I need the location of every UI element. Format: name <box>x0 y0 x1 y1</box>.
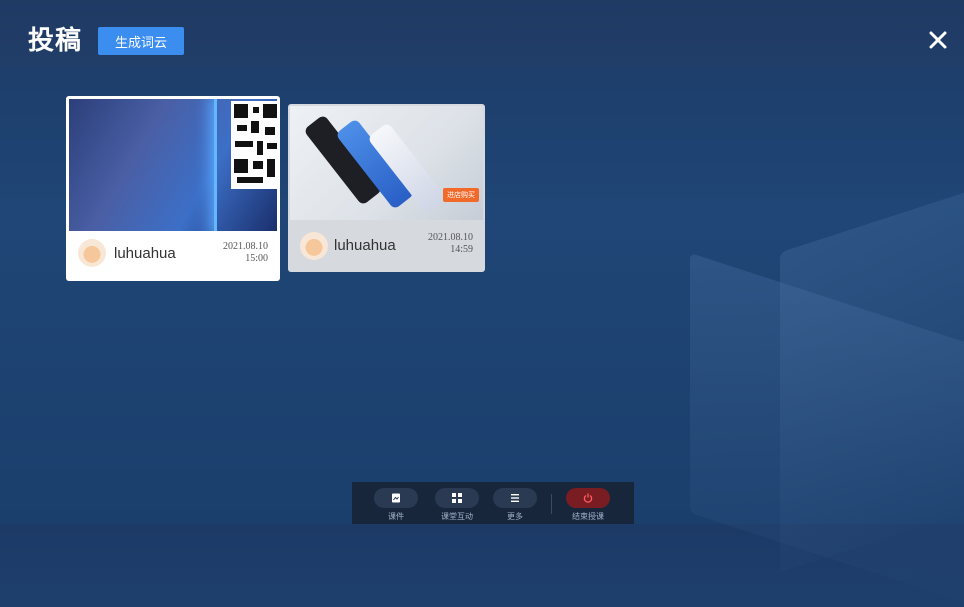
submission-image: 进店购买 <box>290 106 483 220</box>
menu-icon <box>511 494 519 502</box>
toolbar-divider <box>551 494 552 514</box>
courseware-icon <box>392 493 400 503</box>
submission-card[interactable]: luhuahua 2021.08.10 15:00 <box>66 96 280 281</box>
card-timestamp: 2021.08.10 14:59 <box>428 232 473 255</box>
courseware-button[interactable]: 课件 <box>374 488 418 522</box>
more-button[interactable]: 更多 <box>493 488 537 522</box>
card-username: luhuahua <box>114 245 176 262</box>
bottom-toolbar: 课件 课堂互动 更多 结束授课 <box>352 482 634 524</box>
submission-image <box>69 99 277 231</box>
end-class-button[interactable]: 结束授课 <box>566 488 610 522</box>
card-timestamp: 2021.08.10 15:00 <box>223 241 268 264</box>
page-title: 投稿 <box>28 26 83 56</box>
avatar <box>78 239 106 267</box>
avatar <box>300 232 328 260</box>
submission-card[interactable]: 进店购买 luhuahua 2021.08.10 14:59 <box>288 104 485 272</box>
power-icon <box>583 493 593 503</box>
grid-icon <box>452 493 462 503</box>
close-icon[interactable] <box>927 29 949 51</box>
generate-wordcloud-button[interactable]: 生成词云 <box>98 27 184 55</box>
qr-code-icon <box>231 101 277 189</box>
class-interaction-button[interactable]: 课堂互动 <box>434 488 480 522</box>
shop-badge: 进店购买 <box>443 188 479 202</box>
card-username: luhuahua <box>334 237 396 254</box>
